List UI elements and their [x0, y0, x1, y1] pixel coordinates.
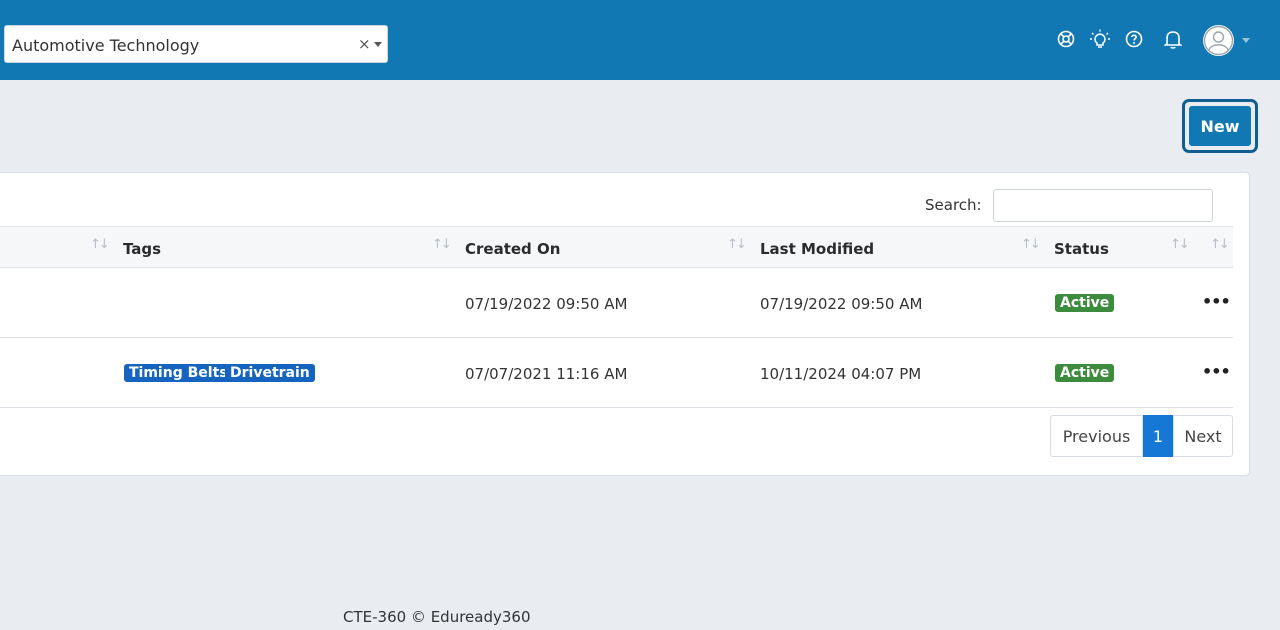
- sort-icon[interactable]: ↑↓: [727, 237, 747, 252]
- table-row: Timing Belts Drivetrain 07/07/2021 11:16…: [0, 338, 1233, 408]
- tag-badge[interactable]: Drivetrain: [225, 364, 315, 382]
- row-actions-icon[interactable]: •••: [1202, 362, 1231, 381]
- pagination: Previous 1 Next: [1050, 415, 1233, 457]
- header-icons: [0, 26, 1280, 54]
- sort-icon[interactable]: ↑↓: [1170, 237, 1190, 252]
- sort-icon[interactable]: ↑↓: [432, 237, 452, 252]
- column-header-tags[interactable]: Tags: [123, 240, 161, 258]
- bell-icon[interactable]: [1162, 26, 1184, 52]
- help-icon[interactable]: [1123, 26, 1145, 52]
- avatar-menu-caret-icon[interactable]: [1242, 38, 1250, 43]
- status-badge: Active: [1055, 294, 1115, 312]
- table-row: 07/19/2022 09:50 AM 07/19/2022 09:50 AM …: [0, 268, 1233, 338]
- top-bar: Automotive Technology ×: [0, 0, 1280, 80]
- new-button-focus-ring: New: [1182, 99, 1258, 153]
- next-page-button[interactable]: Next: [1173, 415, 1233, 457]
- tag-badge[interactable]: Timing Belts: [124, 364, 233, 382]
- column-header-status[interactable]: Status: [1054, 240, 1109, 258]
- sort-icon[interactable]: ↑↓: [1021, 237, 1041, 252]
- column-header-last-modified[interactable]: Last Modified: [760, 240, 874, 258]
- lightbulb-icon[interactable]: [1089, 26, 1111, 52]
- previous-page-button[interactable]: Previous: [1050, 415, 1143, 457]
- footer-text: CTE-360 © Eduready360: [343, 608, 531, 626]
- search-input[interactable]: [993, 189, 1213, 222]
- row-actions-icon[interactable]: •••: [1202, 292, 1231, 311]
- status-badge: Active: [1055, 364, 1115, 382]
- search-label: Search:: [925, 196, 982, 214]
- sort-icon[interactable]: ↑↓: [1210, 237, 1230, 252]
- table-header: ↑↓ Tags ↑↓ Created On ↑↓ Last Modified ↑…: [0, 226, 1233, 268]
- last-modified-cell: 10/11/2024 04:07 PM: [760, 365, 922, 383]
- page-1-button[interactable]: 1: [1143, 415, 1173, 457]
- created-on-cell: 07/07/2021 11:16 AM: [465, 365, 628, 383]
- last-modified-cell: 07/19/2022 09:50 AM: [760, 295, 923, 313]
- avatar[interactable]: [1203, 25, 1234, 56]
- sort-icon[interactable]: ↑↓: [90, 237, 110, 252]
- column-header-created-on[interactable]: Created On: [465, 240, 560, 258]
- new-button[interactable]: New: [1189, 106, 1251, 146]
- created-on-cell: 07/19/2022 09:50 AM: [465, 295, 628, 313]
- support-icon[interactable]: [1055, 26, 1077, 52]
